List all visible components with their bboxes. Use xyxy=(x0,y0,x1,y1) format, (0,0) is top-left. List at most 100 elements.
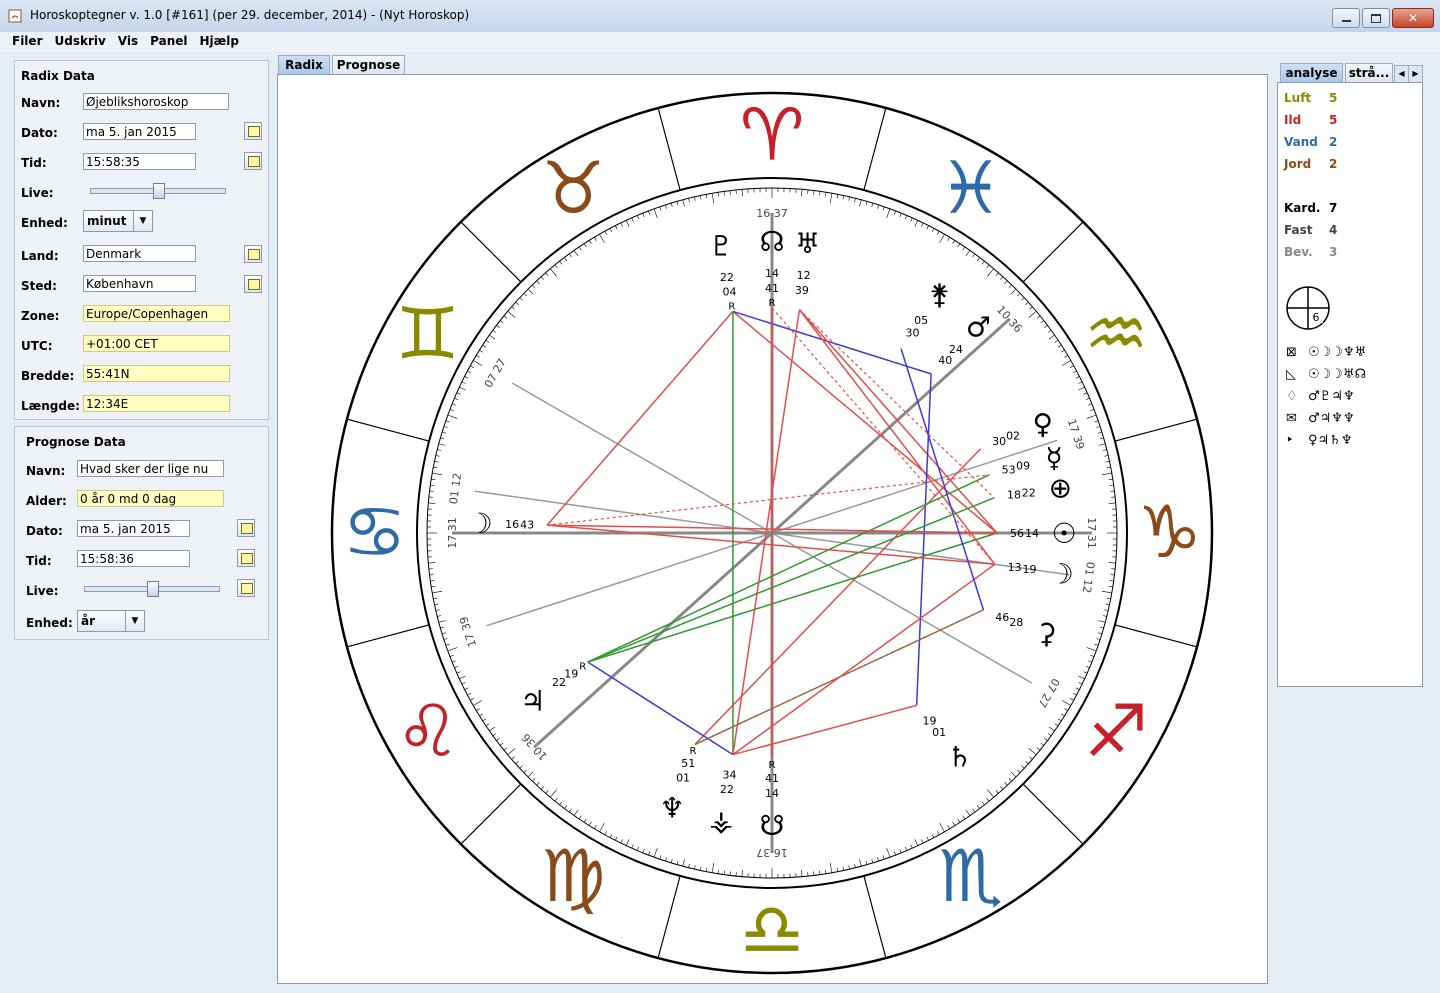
degree-tick xyxy=(1054,723,1059,727)
degree-tick xyxy=(435,609,440,611)
degree-tick xyxy=(536,782,540,786)
element-label-luft: Luft xyxy=(1284,91,1312,105)
prognose-date-input[interactable]: ma 5. jan 2015 xyxy=(77,520,190,537)
tab-prognose[interactable]: Prognose xyxy=(332,55,405,75)
radix-name-input[interactable]: Øjeblikshoroskop xyxy=(83,93,229,110)
degree-tick xyxy=(432,472,443,476)
degree-tick xyxy=(599,234,605,244)
degree-tick xyxy=(921,839,924,844)
radix-time-label: Tid: xyxy=(21,156,47,170)
degree-tick xyxy=(511,306,515,310)
degree-tick xyxy=(1105,603,1110,606)
degree-tick xyxy=(1078,675,1085,680)
menu-panel[interactable]: Panel xyxy=(150,32,187,50)
radix-place-label: Sted: xyxy=(21,279,57,293)
degree-tick xyxy=(1064,708,1068,711)
radix-time-input[interactable]: 15:58:35 xyxy=(83,153,196,170)
degree-tick xyxy=(1054,339,1059,343)
degree-tick xyxy=(648,851,651,856)
radix-live-slider-thumb[interactable] xyxy=(153,183,165,199)
close-button[interactable]: ✕ xyxy=(1392,8,1434,28)
degree-tick xyxy=(886,847,891,858)
planet-degree: 02 xyxy=(1006,430,1020,443)
radix-date-input[interactable]: ma 5. jan 2015 xyxy=(83,123,196,140)
prognose-live-toggle-button[interactable] xyxy=(237,579,255,597)
prognose-live-slider-thumb[interactable] xyxy=(147,581,159,597)
degree-tick xyxy=(503,315,508,319)
aspect-pattern-row: ⊠ ☉☽☽♆♅ xyxy=(1286,345,1366,360)
menu-udskriv[interactable]: Udskriv xyxy=(54,32,105,50)
degree-tick xyxy=(931,833,935,838)
degree-tick xyxy=(625,839,630,846)
degree-tick xyxy=(854,198,856,203)
prognose-name-input[interactable]: Hvad sker der lige nu xyxy=(77,460,224,477)
degree-tick xyxy=(1004,280,1008,284)
planet-degree: 19 xyxy=(1022,563,1036,576)
degree-tick xyxy=(459,675,466,680)
menu-vis[interactable]: Vis xyxy=(118,32,138,50)
menu-hjaelp[interactable]: Hjælp xyxy=(200,32,239,50)
sign-boundary xyxy=(460,221,522,283)
degree-tick xyxy=(1010,771,1017,778)
mode-value-1: 4 xyxy=(1329,223,1338,237)
house-cusp-label: 17 39 xyxy=(457,615,479,649)
radix-date-picker-button[interactable] xyxy=(244,122,262,140)
sign-boundary xyxy=(460,783,522,845)
radix-live-slider[interactable] xyxy=(90,183,226,199)
aspect-line xyxy=(587,474,990,663)
sign-boundary xyxy=(346,418,430,442)
degree-tick xyxy=(939,822,945,832)
menu-filer[interactable]: Filer xyxy=(12,32,42,50)
degree-tick xyxy=(659,855,662,860)
radix-place-input[interactable]: København xyxy=(83,275,196,292)
radix-lon-label: Længde: xyxy=(21,399,80,413)
degree-tick xyxy=(554,797,558,802)
degree-tick xyxy=(573,809,579,816)
degree-tick xyxy=(620,839,623,844)
degree-tick xyxy=(1106,466,1111,469)
degree-tick xyxy=(642,849,645,853)
degree-tick xyxy=(1102,615,1107,617)
planet-minute: 53 xyxy=(1002,464,1016,477)
degree-tick xyxy=(1010,288,1017,295)
prognose-live-slider[interactable] xyxy=(84,581,220,597)
minimize-button[interactable] xyxy=(1332,8,1360,28)
tab-scroll-left-button[interactable]: ◀ xyxy=(1394,65,1409,83)
degree-tick xyxy=(648,210,651,215)
planet-minute: 41 xyxy=(765,772,779,785)
radix-date-label: Dato: xyxy=(21,126,58,140)
degree-tick xyxy=(957,243,961,248)
tab-analyse[interactable]: analyse xyxy=(1280,63,1343,83)
tab-scroll-right-button[interactable]: ▶ xyxy=(1408,65,1423,83)
degree-tick xyxy=(1044,737,1048,741)
planet-minute: 30 xyxy=(992,435,1006,448)
radix-country-picker-button[interactable] xyxy=(244,245,262,263)
prognose-time-picker-button[interactable] xyxy=(237,549,255,567)
element-label-ild: Ild xyxy=(1284,113,1302,127)
planet-glyph: ♂ xyxy=(966,311,991,344)
radix-place-picker-button[interactable] xyxy=(244,275,262,293)
tab-straa[interactable]: strå... xyxy=(1345,63,1393,83)
menu-bar: Filer Udskriv Vis Panel Hjælp xyxy=(0,32,1440,52)
maximize-button[interactable] xyxy=(1362,8,1390,28)
degree-tick xyxy=(711,862,715,873)
degree-tick xyxy=(1096,638,1101,640)
radix-time-picker-button[interactable] xyxy=(244,152,262,170)
tab-radix[interactable]: Radix xyxy=(278,55,330,75)
degree-tick xyxy=(440,626,445,629)
planet-degree: 22 xyxy=(720,783,734,796)
element-label-vand: Vand xyxy=(1284,135,1318,149)
degree-tick xyxy=(545,272,549,276)
degree-tick xyxy=(473,700,483,706)
degree-tick xyxy=(1088,403,1092,406)
radix-country-input[interactable]: Denmark xyxy=(83,245,196,262)
prognose-unit-select[interactable]: år ▼ xyxy=(77,610,145,632)
radix-unit-select[interactable]: minut ▼ xyxy=(83,210,153,232)
degree-tick xyxy=(1057,718,1062,722)
degree-tick xyxy=(1108,502,1116,504)
aspect-pattern-icon: ‣ xyxy=(1286,433,1294,448)
prognose-time-input[interactable]: 15:58:36 xyxy=(77,550,190,567)
degree-tick xyxy=(1061,360,1071,366)
prognose-date-picker-button[interactable] xyxy=(237,519,255,537)
degree-tick xyxy=(489,334,496,340)
